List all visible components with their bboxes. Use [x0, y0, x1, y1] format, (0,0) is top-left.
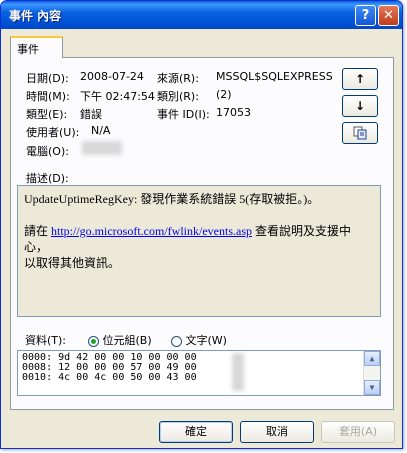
source-label: 來源(R): [157, 72, 199, 85]
vertical-scrollbar[interactable]: ▲ ▼ [363, 351, 380, 395]
eventid-label: 事件 ID(I): [157, 108, 210, 121]
type-value: 錯誤 [80, 108, 102, 121]
description-line-2: 請在 http://go.microsoft.com/fwlink/events… [24, 223, 374, 255]
data-label: 資料(T): [25, 334, 67, 347]
help-button[interactable]: ? [355, 5, 376, 26]
words-radio[interactable]: 文字(W) [171, 332, 227, 348]
words-radio-indicator[interactable] [171, 335, 182, 347]
date-value: 2008-07-24 [80, 70, 144, 83]
ok-button[interactable]: 確定 [159, 421, 233, 443]
description-label: 描述(D): [26, 172, 69, 185]
title-bar[interactable]: 事件 內容 ? ✕ [1, 1, 402, 29]
bytes-radio-indicator[interactable] [88, 335, 99, 347]
apply-button[interactable]: 套用(A) [321, 421, 395, 443]
bytes-radio[interactable]: 位元組(B) [88, 332, 152, 348]
scroll-up-button[interactable]: ▲ [364, 351, 380, 366]
tab-event[interactable]: 事件 [10, 36, 63, 58]
help-link[interactable]: http://go.microsoft.com/fwlink/events.as… [51, 224, 252, 238]
source-value: MSSQL$SQLEXPRESS [216, 70, 333, 83]
description-pre-link: 請在 [24, 224, 52, 238]
description-line-3: 以取得其他資訊。 [24, 256, 121, 270]
eventid-value: 17053 [216, 106, 251, 119]
category-value: (2) [216, 88, 232, 101]
user-value: N/A [91, 124, 111, 137]
time-value: 下午 02:47:54 [80, 90, 155, 103]
copy-button[interactable] [342, 122, 378, 144]
arrow-down-icon: ↓ [354, 99, 366, 113]
arrow-up-icon: ↑ [354, 72, 366, 86]
data-row-2: 0010: 4c 00 4c 00 50 00 43 00 [22, 372, 197, 383]
scroll-down-button[interactable]: ▼ [364, 380, 380, 395]
scroll-down-icon: ▼ [369, 383, 375, 392]
computer-value-redacted [82, 141, 122, 155]
computer-label: 電腦(O): [26, 145, 69, 158]
scroll-up-icon: ▲ [369, 354, 375, 363]
date-label: 日期(D): [26, 72, 69, 85]
cancel-button[interactable]: 取消 [240, 421, 314, 443]
close-icon: ✕ [383, 8, 394, 23]
category-label: 類別(R): [157, 90, 199, 103]
description-box[interactable]: UpdateUptimeRegKey: 發現作業系統錯誤 5(存取被拒。)。 請… [17, 185, 381, 317]
data-redacted [232, 353, 244, 391]
description-line-1: UpdateUptimeRegKey: 發現作業系統錯誤 5(存取被拒。)。 [24, 192, 320, 206]
previous-event-button[interactable]: ↑ [342, 68, 378, 90]
event-properties-window: 事件 內容 ? ✕ 事件 日期(D): 2008-07-24 來源(R): MS… [0, 0, 403, 449]
words-radio-label: 文字(W) [185, 334, 227, 347]
window-title: 事件 內容 [9, 9, 62, 23]
type-label: 類型(E): [26, 108, 68, 121]
bytes-radio-label: 位元組(B) [102, 334, 152, 347]
time-label: 時間(M): [26, 90, 70, 103]
data-box[interactable]: 0000: 9d 42 00 00 10 00 00 00 0008: 12 0… [17, 350, 381, 396]
tab-event-label: 事件 [17, 43, 39, 56]
user-label: 使用者(U): [26, 126, 80, 139]
close-button[interactable]: ✕ [378, 5, 399, 26]
next-event-button[interactable]: ↓ [342, 95, 378, 117]
copy-icon [353, 126, 367, 140]
help-icon: ? [361, 8, 370, 23]
